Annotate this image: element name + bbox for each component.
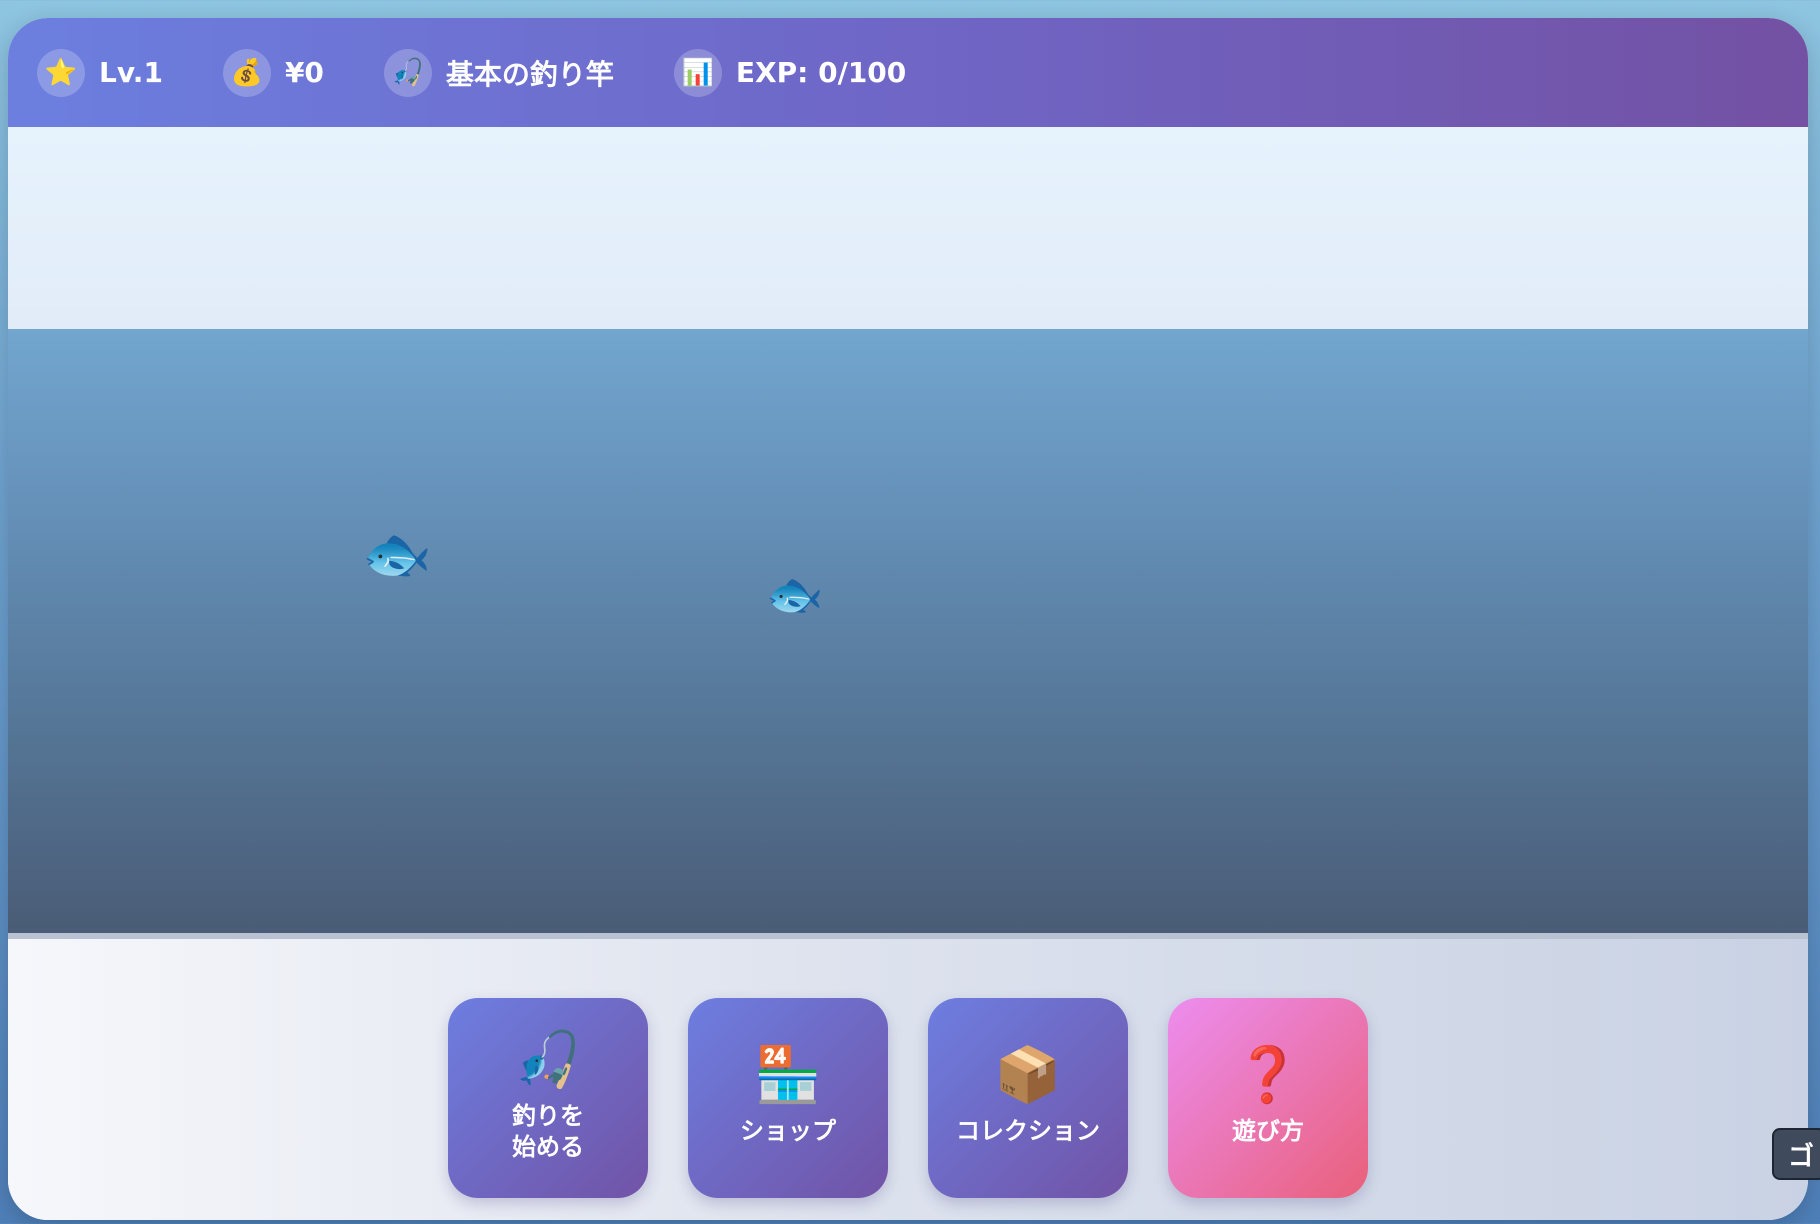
exp-stat: 📊 EXP: 0/100 bbox=[673, 48, 907, 97]
star-icon: ⭐ bbox=[37, 48, 85, 97]
status-header: ⭐ Lv.1 💰 ¥0 🎣 基本の釣り竿 📊 EXP: 0/100 bbox=[8, 18, 1808, 127]
convenience-store-icon: 🏪 bbox=[754, 1043, 822, 1107]
water-area[interactable]: 🐟 🐟 bbox=[8, 329, 1808, 939]
shop-label: ショップ bbox=[740, 1117, 836, 1146]
money-bag-icon: 💰 bbox=[222, 48, 271, 97]
game-frame: ⭐ Lv.1 💰 ¥0 🎣 基本の釣り竿 📊 EXP: 0/100 🐟 🐟 🎣 … bbox=[8, 18, 1808, 1220]
money-label: ¥0 bbox=[284, 56, 324, 89]
exp-label: EXP: 0/100 bbox=[735, 56, 907, 89]
fishing-rod-icon: 🎣 bbox=[383, 48, 432, 97]
package-box-icon: 📦 bbox=[994, 1043, 1062, 1107]
collection-label: コレクション bbox=[956, 1117, 1100, 1146]
money-stat: 💰 ¥0 bbox=[222, 48, 324, 97]
bar-chart-icon: 📊 bbox=[673, 48, 722, 97]
fish-icon[interactable]: 🐟 bbox=[766, 571, 823, 617]
fish-icon[interactable]: 🐟 bbox=[362, 527, 432, 583]
level-label: Lv.1 bbox=[99, 56, 163, 89]
how-to-play-button[interactable]: ❓ 遊び方 bbox=[1168, 998, 1368, 1198]
menu-button-row: 🎣 釣りを 始める 🏪 ショップ 📦 コレクション ❓ 遊び方 bbox=[448, 998, 1408, 1198]
how-to-play-label: 遊び方 bbox=[1232, 1117, 1304, 1146]
start-fishing-button[interactable]: 🎣 釣りを 始める bbox=[448, 998, 648, 1198]
rod-label: 基本の釣り竿 bbox=[445, 57, 614, 91]
shop-button[interactable]: 🏪 ショップ bbox=[688, 998, 888, 1198]
rod-stat: 🎣 基本の釣り竿 bbox=[383, 48, 614, 97]
question-mark-icon: ❓ bbox=[1234, 1043, 1302, 1107]
sky-area bbox=[8, 127, 1808, 329]
collection-button[interactable]: 📦 コレクション bbox=[928, 998, 1128, 1198]
start-fishing-label: 釣りを 始める bbox=[512, 1101, 584, 1161]
fishing-rod-icon: 🎣 bbox=[514, 1027, 582, 1091]
corner-tab-button[interactable]: ゴ bbox=[1772, 1128, 1820, 1180]
level-stat: ⭐ Lv.1 bbox=[37, 48, 163, 97]
menu-panel: 🎣 釣りを 始める 🏪 ショップ 📦 コレクション ❓ 遊び方 bbox=[8, 939, 1808, 1220]
